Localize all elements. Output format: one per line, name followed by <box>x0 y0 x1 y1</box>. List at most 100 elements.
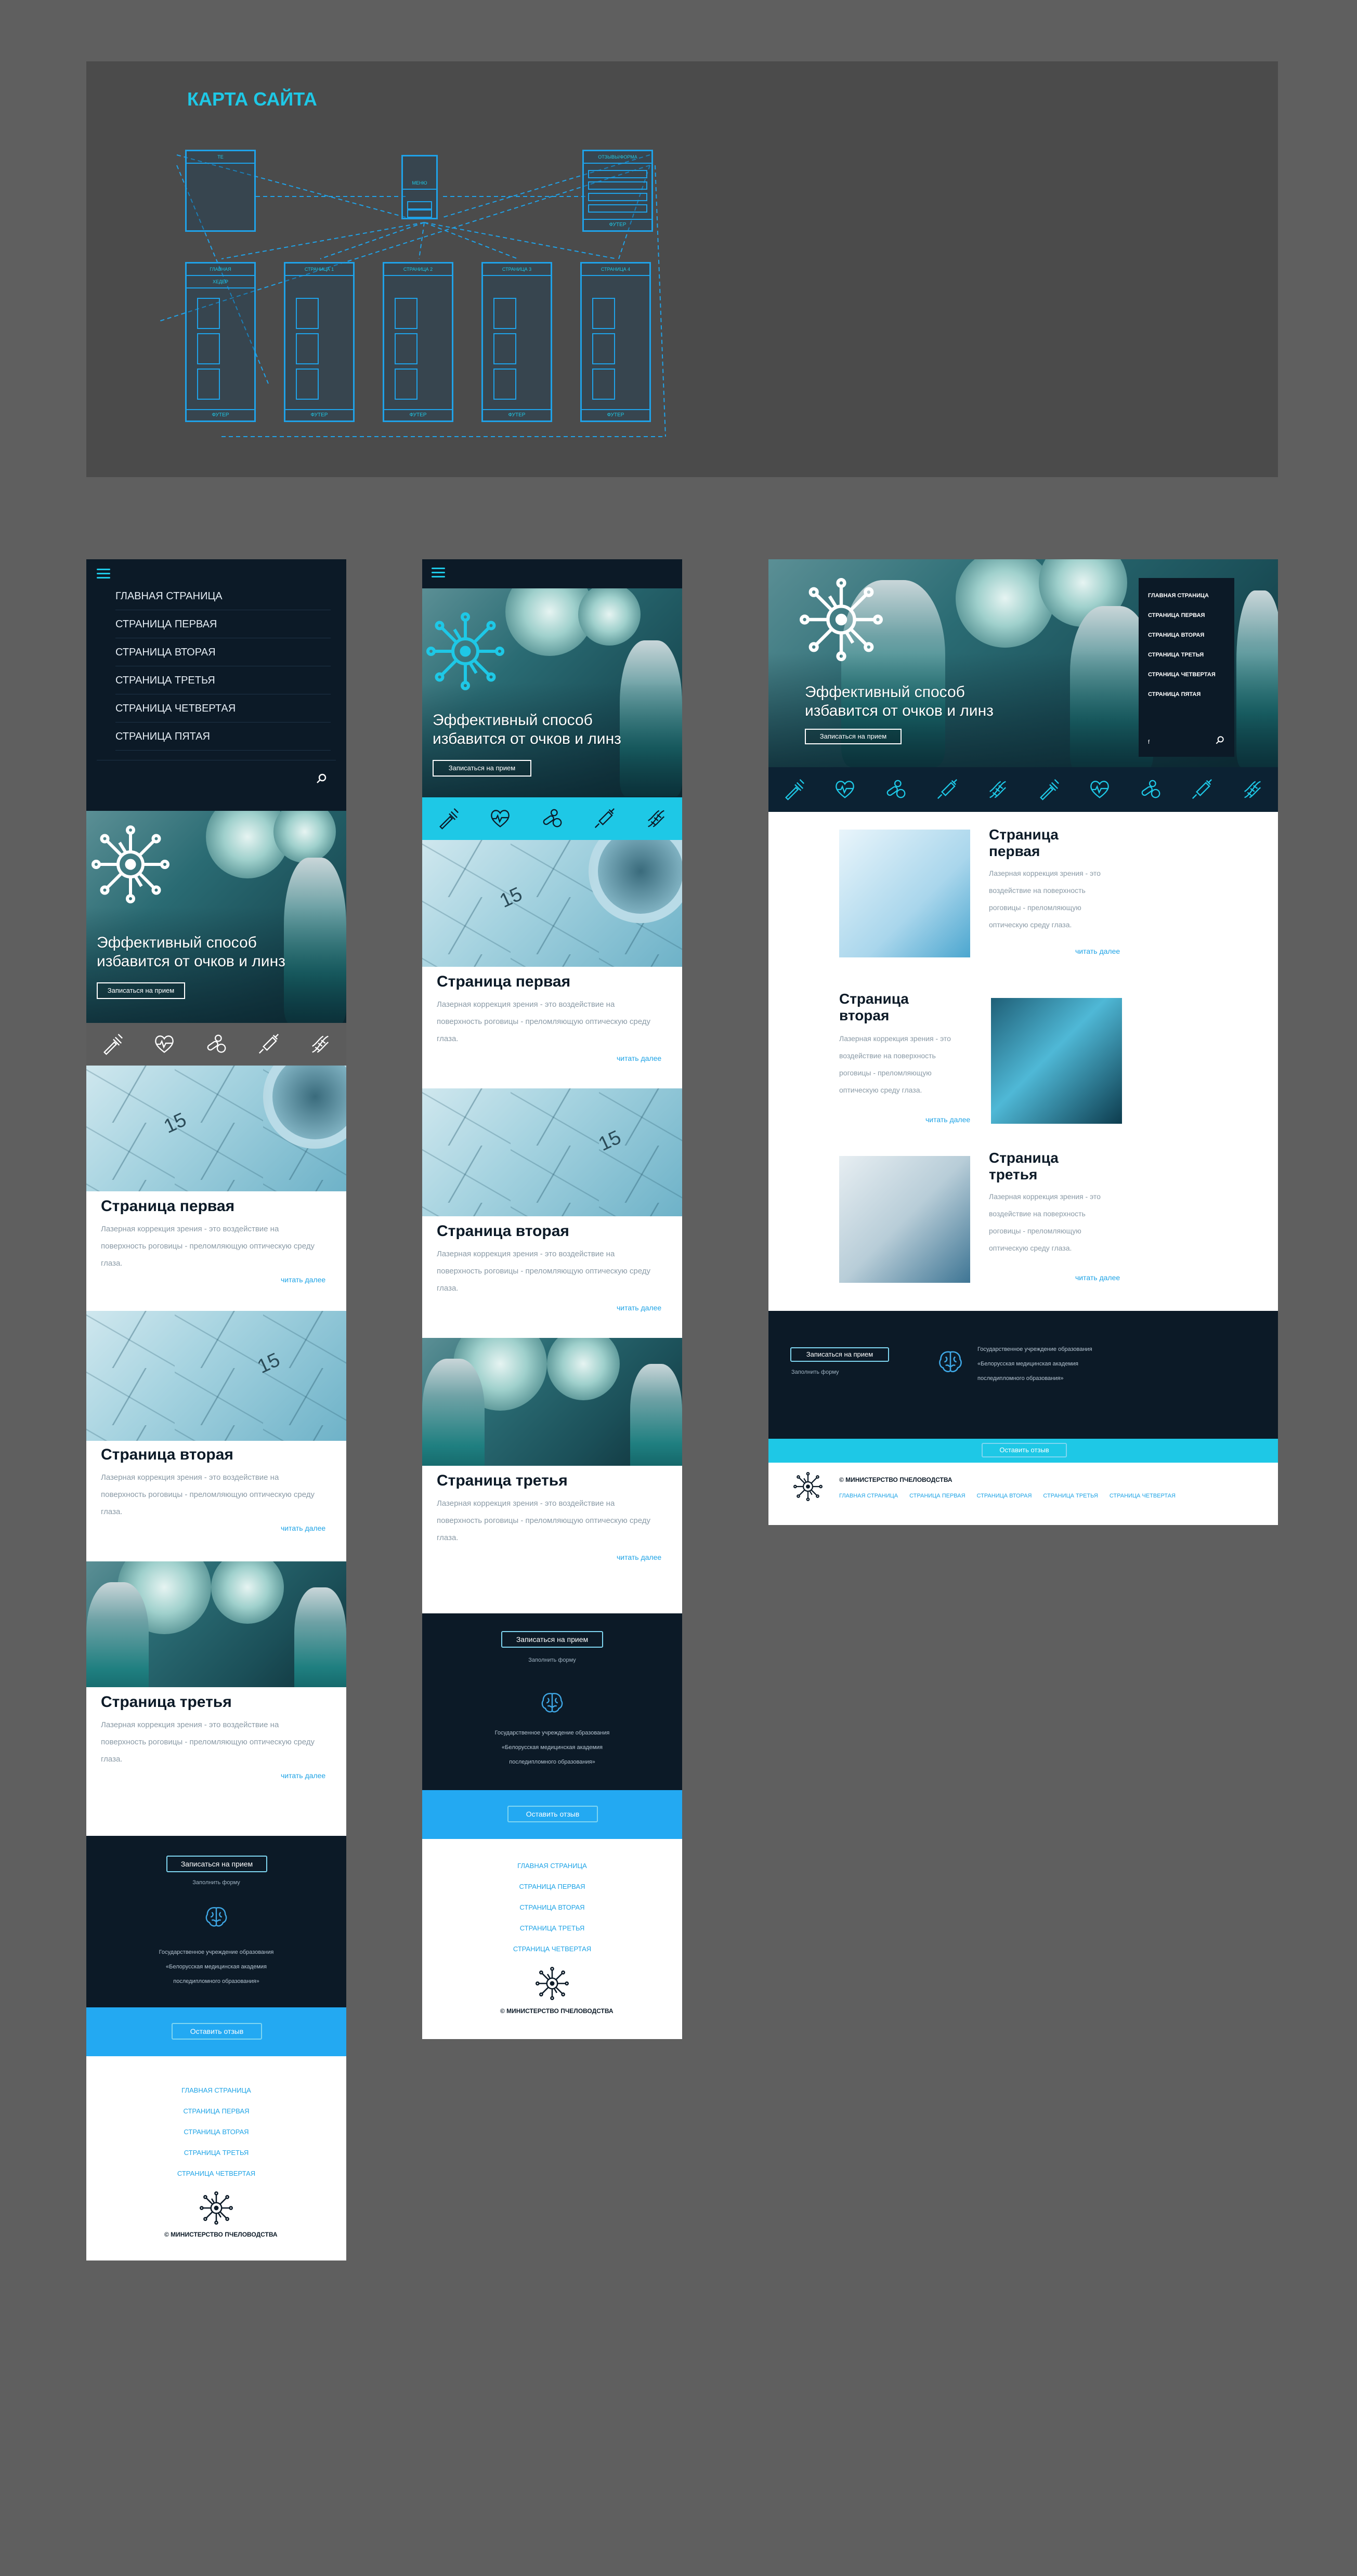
sitemap-box-label: МЕНЮ <box>403 177 436 190</box>
menu-item-main[interactable]: ГЛАВНАЯ СТРАНИЦА <box>115 582 331 610</box>
menu-item-third[interactable]: СТРАНИЦА ТРЕТЬЯ <box>115 666 331 694</box>
hero-headline-line: избавится от очков и линз <box>433 730 621 747</box>
footer-link-main[interactable]: ГЛАВНАЯ СТРАНИЦА <box>422 1862 682 1870</box>
card-text: Лазерная коррекция зрения - это воздейст… <box>101 1469 340 1520</box>
syringe-icon <box>935 778 959 801</box>
sitemap-block <box>493 369 516 400</box>
menu-item-first[interactable]: СТРАНИЦА ПЕРВАЯ <box>115 610 331 638</box>
card-title: Страница третья <box>101 1693 232 1711</box>
menu-item-fifth[interactable]: СТРАНИЦА ПЯТАЯ <box>115 722 331 751</box>
copyright: © МИНИСТЕРСТВО ПЧЕЛОВОДСТВА <box>839 1476 952 1483</box>
card-text-line: глаза. <box>101 1259 123 1268</box>
footer-appointment-button[interactable]: Записаться на прием <box>166 1856 267 1872</box>
side-menu-item-main[interactable]: ГЛАВНАЯ СТРАНИЦА <box>1148 593 1209 599</box>
hamburger-icon[interactable] <box>432 568 445 578</box>
feedback-button[interactable]: Оставить отзыв <box>982 1443 1067 1457</box>
card-text-line: роговицы - преломляющую <box>839 1069 932 1077</box>
menu-item-second[interactable]: СТРАНИЦА ВТОРАЯ <box>115 638 331 666</box>
virus-logo-icon <box>200 2191 233 2225</box>
side-menu-item-second[interactable]: СТРАНИЦА ВТОРАЯ <box>1148 632 1204 638</box>
hero-banner: Эффективный способ избавится от очков и … <box>768 559 1278 767</box>
sitemap-box-menu: МЕНЮ <box>401 155 438 219</box>
org-line: последипломного образования» <box>509 1759 595 1765</box>
fill-form-link[interactable]: Заполнить форму <box>422 1657 682 1663</box>
dna-icon <box>1241 778 1264 801</box>
hamburger-icon[interactable] <box>97 569 110 579</box>
surgical-lamp <box>578 588 641 646</box>
side-menu-item-fourth[interactable]: СТРАНИЦА ЧЕТВЕРТАЯ <box>1148 672 1216 678</box>
card-text: Лазерная коррекция зрения - это воздейст… <box>989 1188 1124 1257</box>
footer-link-first[interactable]: СТРАНИЦА ПЕРВАЯ <box>909 1493 965 1499</box>
card-title: Страница первая <box>101 1198 235 1215</box>
footer-appointment-button[interactable]: Записаться на прием <box>501 1631 603 1648</box>
pills-icon <box>540 807 564 831</box>
footer-feedback-band: Оставить отзыв <box>422 1790 682 1839</box>
read-more-link[interactable]: читать далее <box>617 1553 661 1561</box>
desktop-page: Эффективный способ избавится от очков и … <box>768 559 1278 1525</box>
sitemap-block <box>592 333 615 364</box>
menu-item-fourth[interactable]: СТРАНИЦА ЧЕТВЕРТАЯ <box>115 694 331 722</box>
sitemap-box-bar <box>588 181 647 190</box>
footer-link-main[interactable]: ГЛАВНАЯ СТРАНИЦА <box>839 1493 898 1499</box>
card-text-line: поверхность роговицы - преломляющую опти… <box>437 1267 651 1276</box>
fill-form-link[interactable]: Заполнить форму <box>791 1369 839 1375</box>
side-menu-item-third[interactable]: СТРАНИЦА ТРЕТЬЯ <box>1148 652 1204 658</box>
read-more-link[interactable]: читать далее <box>281 1276 325 1284</box>
dna-icon <box>308 1032 332 1056</box>
footer-link-first[interactable]: СТРАНИЦА ПЕРВАЯ <box>86 2107 346 2115</box>
side-menu-item-fifth[interactable]: СТРАНИЦА ПЯТАЯ <box>1148 691 1201 698</box>
search-icon[interactable] <box>1215 735 1225 745</box>
card-image-xray <box>991 998 1122 1124</box>
card-title-line: первая <box>989 843 1040 859</box>
feedback-button[interactable]: Оставить отзыв <box>507 1806 598 1822</box>
fill-form-link[interactable]: Заполнить форму <box>86 1880 346 1886</box>
org-line: «Белорусская медицинская академия <box>977 1361 1078 1367</box>
footer-link-second[interactable]: СТРАНИЦА ВТОРАЯ <box>86 2128 346 2136</box>
footer-link-fourth[interactable]: СТРАНИЦА ЧЕТВЕРТАЯ <box>1110 1493 1176 1499</box>
footer-link-third[interactable]: СТРАНИЦА ТРЕТЬЯ <box>422 1924 682 1932</box>
footer-link-second[interactable]: СТРАНИЦА ВТОРАЯ <box>977 1493 1032 1499</box>
search-icon[interactable] <box>315 772 328 785</box>
feedback-button[interactable]: Оставить отзыв <box>172 2023 262 2040</box>
footer-appointment-button[interactable]: Записаться на прием <box>790 1347 889 1362</box>
card-text-line: роговицы - преломляющую <box>989 903 1081 912</box>
hero-appointment-button[interactable]: Записаться на прием <box>97 982 185 999</box>
read-more-link[interactable]: читать далее <box>281 1771 325 1780</box>
card-title: Страница первая <box>989 826 1059 860</box>
sitemap-block <box>197 298 220 329</box>
virus-logo-icon <box>793 1472 823 1501</box>
card-title-line: третья <box>989 1166 1038 1182</box>
hero-headline-line: Эффективный способ <box>97 934 257 951</box>
icon-strip <box>86 1023 346 1066</box>
card-text-line: воздействие на поверхность <box>989 886 1086 895</box>
read-more-link[interactable]: читать далее <box>1075 947 1120 955</box>
footer-link-third[interactable]: СТРАНИЦА ТРЕТЬЯ <box>1043 1493 1098 1499</box>
side-menu-item-first[interactable]: СТРАНИЦА ПЕРВАЯ <box>1148 612 1205 619</box>
hero-headline-line: Эффективный способ <box>805 684 965 701</box>
card-title: Страница вторая <box>101 1446 233 1463</box>
sitemap-box-bar <box>588 170 647 178</box>
sitemap-page-1: СТРАНИЦА 1 ФУТЕР <box>284 262 355 422</box>
read-more-link[interactable]: читать далее <box>1075 1273 1120 1282</box>
card-title-line: вторая <box>839 1007 890 1023</box>
card-text-line: оптическую среду глаза. <box>989 921 1072 929</box>
footer-link-third[interactable]: СТРАНИЦА ТРЕТЬЯ <box>86 2149 346 2157</box>
read-more-link[interactable]: читать далее <box>281 1524 325 1532</box>
footer-link-second[interactable]: СТРАНИЦА ВТОРАЯ <box>422 1903 682 1911</box>
facebook-icon[interactable]: f <box>1148 739 1150 745</box>
footer-link-main[interactable]: ГЛАВНАЯ СТРАНИЦА <box>86 2086 346 2094</box>
read-more-link[interactable]: читать далее <box>617 1304 661 1312</box>
hero-appointment-button[interactable]: Записаться на прием <box>805 729 902 744</box>
hero-headline-line: избавится от очков и линз <box>97 953 285 970</box>
footer-link-fourth[interactable]: СТРАНИЦА ЧЕТВЕРТАЯ <box>422 1945 682 1953</box>
card-text-line: поверхность роговицы - преломляющую опти… <box>437 1017 651 1026</box>
hero-appointment-button[interactable]: Записаться на прием <box>433 760 531 777</box>
hero-headline: Эффективный способ избавится от очков и … <box>433 711 621 748</box>
sitemap-block <box>592 298 615 329</box>
sitemap-page-footer: ФУТЕР <box>187 409 254 420</box>
footer-link-fourth[interactable]: СТРАНИЦА ЧЕТВЕРТАЯ <box>86 2170 346 2177</box>
sitemap-page-label: СТРАНИЦА 4 <box>582 264 649 276</box>
read-more-link[interactable]: читать далее <box>925 1115 970 1124</box>
read-more-link[interactable]: читать далее <box>617 1054 661 1062</box>
footer-link-first[interactable]: СТРАНИЦА ПЕРВАЯ <box>422 1883 682 1890</box>
